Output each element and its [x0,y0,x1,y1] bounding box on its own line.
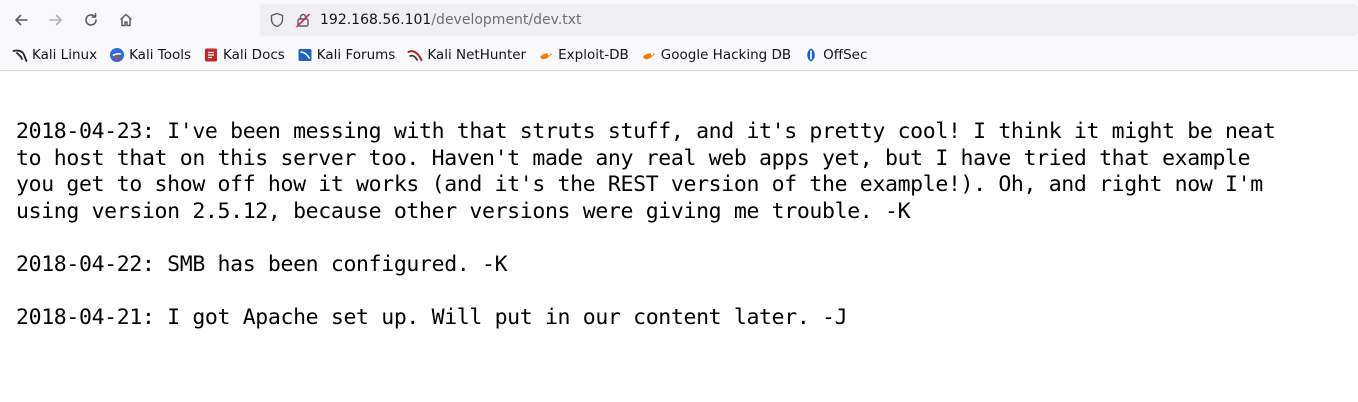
bookmark-kali-forums[interactable]: Kali Forums [295,43,398,67]
bookmarks-toolbar: Kali Linux Kali Tools Kali Docs Kali For… [0,40,1358,71]
insecure-lock-icon[interactable] [292,9,314,31]
url-host: 192.168.56.101 [320,12,432,28]
page-content: 2018-04-23: I've been messing with that … [0,71,1358,331]
bookmark-label: Kali NetHunter [427,47,527,63]
bookmark-kali-nethunter[interactable]: Kali NetHunter [405,43,528,67]
home-button[interactable] [109,3,143,37]
google-hacking-db-icon [641,47,657,63]
bookmark-kali-docs[interactable]: Kali Docs [201,43,287,67]
bookmark-label: Kali Docs [223,47,285,63]
address-bar[interactable]: 192.168.56.101/development/dev.txt [260,4,1358,36]
kali-dragon-icon [12,47,28,63]
url-text[interactable]: 192.168.56.101/development/dev.txt [320,12,582,28]
document-line: 2018-04-22: SMB has been configured. -K [16,251,508,277]
bookmark-offsec[interactable]: OffSec [801,43,869,67]
navigation-buttons [4,3,143,37]
bookmark-label: Kali Tools [129,47,191,63]
url-path: /development/dev.txt [431,12,582,28]
kali-forums-icon [297,47,313,63]
forward-arrow-icon [49,14,62,26]
back-arrow-icon [15,14,28,26]
kali-docs-icon [203,47,219,63]
document-line: you get to show off how it works (and it… [16,172,1263,197]
bookmark-label: OffSec [823,47,868,63]
document-line: 2018-04-23: I've been messing with that … [16,119,1276,144]
reload-icon [85,13,97,26]
browser-toolbar: 192.168.56.101/development/dev.txt [0,0,1358,40]
reload-button[interactable] [74,3,108,37]
home-icon [119,13,133,27]
kali-nethunter-icon [407,47,423,63]
back-button[interactable] [4,3,38,37]
kali-tools-icon [109,47,125,63]
bookmark-label: Kali Forums [316,47,396,63]
bookmark-kali-linux[interactable]: Kali Linux [10,43,99,67]
offsec-icon [803,47,819,63]
bookmark-label: Google Hacking DB [660,47,792,63]
bookmark-kali-tools[interactable]: Kali Tools [107,43,193,67]
bookmark-exploit-db[interactable]: Exploit-DB [536,43,631,67]
text-document: 2018-04-23: I've been messing with that … [16,119,1358,331]
shield-icon[interactable] [266,9,288,31]
document-line: 2018-04-21: I got Apache set up. Will pu… [16,304,848,330]
bookmark-label: Kali Linux [32,47,98,63]
document-line: to host that on this server too. Haven't… [16,145,1251,171]
forward-button[interactable] [39,3,73,37]
exploit-db-icon [538,47,554,63]
document-line: using version 2.5.12, because other vers… [16,198,911,224]
bookmark-label: Exploit-DB [558,47,629,63]
bookmark-google-hacking-db[interactable]: Google Hacking DB [639,43,793,67]
